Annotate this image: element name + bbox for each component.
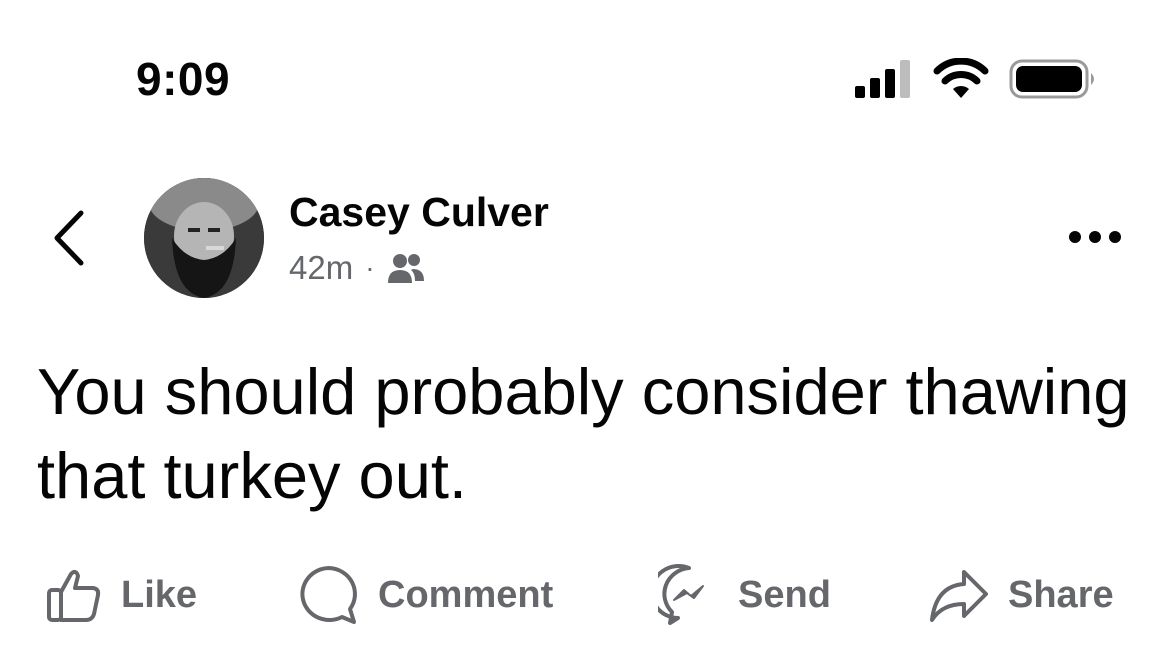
- back-button[interactable]: [45, 205, 97, 271]
- thumbs-up-icon: [47, 569, 101, 622]
- comment-button[interactable]: Comment: [298, 560, 553, 630]
- meta-separator: ·: [365, 252, 375, 283]
- post-timestamp[interactable]: 42m: [289, 248, 353, 288]
- like-label: Like: [121, 573, 198, 616]
- like-button[interactable]: Like: [45, 560, 197, 630]
- share-label: Share: [1008, 573, 1114, 616]
- avatar-photo: [144, 178, 264, 298]
- friends-icon[interactable]: [387, 251, 425, 285]
- status-time: 9:09: [136, 53, 231, 105]
- send-button[interactable]: Send: [658, 560, 831, 630]
- comment-label: Comment: [378, 573, 554, 616]
- messenger-icon: [658, 564, 704, 625]
- wifi-icon: [933, 58, 989, 98]
- more-options-icon[interactable]: [1060, 222, 1130, 252]
- battery-icon: [1009, 59, 1094, 99]
- share-arrow-icon: [930, 570, 988, 622]
- avatar[interactable]: [144, 178, 264, 298]
- cellular-signal-icon: [855, 60, 910, 98]
- post-meta: 42m ·: [289, 248, 425, 288]
- share-button[interactable]: Share: [928, 560, 1114, 630]
- author-name[interactable]: Casey Culver: [289, 188, 549, 236]
- post-text: You should probably consider thawing tha…: [37, 355, 1130, 512]
- send-label: Send: [738, 573, 831, 616]
- comment-bubble-icon: [300, 566, 357, 624]
